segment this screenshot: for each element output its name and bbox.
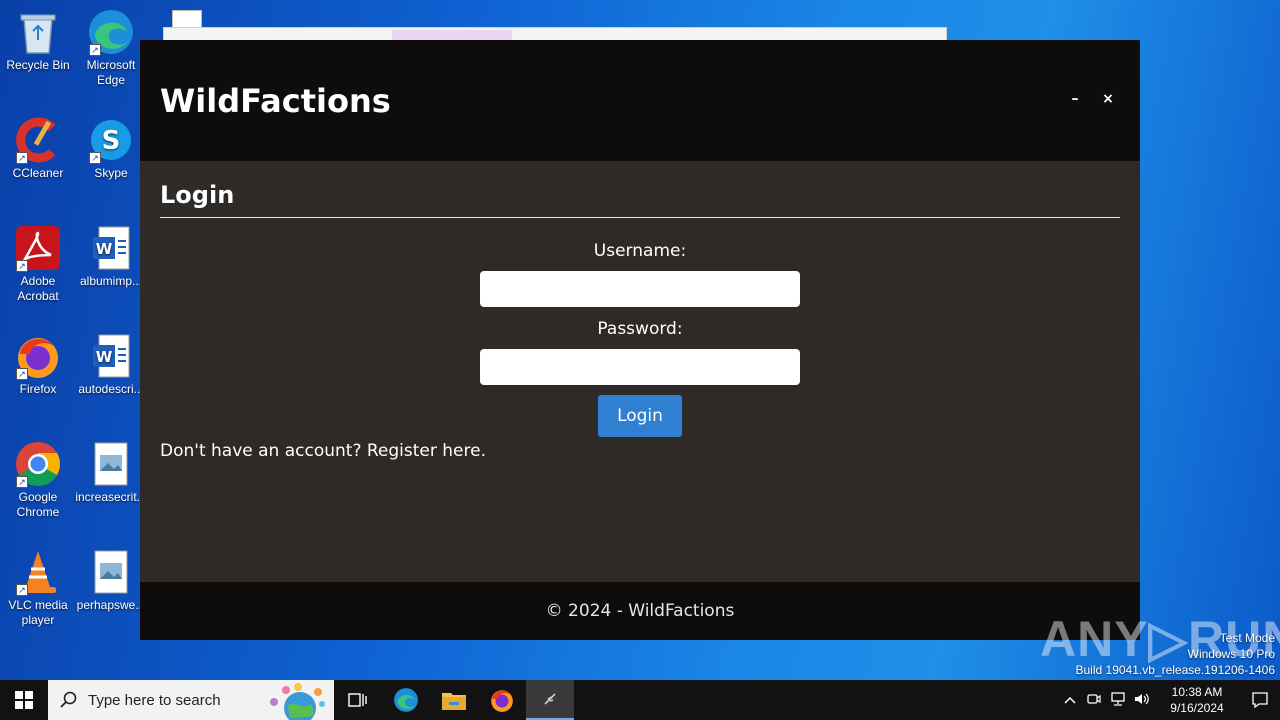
desktop-icon-word-doc-1[interactable]: W albumimp...: [73, 224, 149, 289]
recycle-bin-icon: [14, 8, 62, 56]
taskbar-edge[interactable]: [382, 680, 430, 720]
username-input[interactable]: [480, 271, 800, 307]
desktop-icon-vlc[interactable]: ↗ VLC media player: [0, 548, 76, 628]
start-button[interactable]: [0, 680, 48, 720]
firefox-icon: ↗: [14, 332, 62, 380]
desktop-icon-word-doc-2[interactable]: W autodescri...: [73, 332, 149, 397]
desktop-icon-label: CCleaner: [12, 166, 64, 180]
login-form: Username: Password: Login: [480, 241, 800, 437]
system-tray: 10:38 AM 9/16/2024: [1058, 680, 1280, 720]
desktop-icon-label: Recycle Bin: [6, 58, 70, 72]
desktop-icon-label: albumimp...: [79, 274, 143, 288]
desktop-icon-acrobat[interactable]: ↗ Adobe Acrobat: [0, 224, 76, 304]
taskbar-file-explorer[interactable]: [430, 680, 478, 720]
desktop-icon-recycle-bin[interactable]: Recycle Bin: [0, 8, 76, 73]
skype-icon: S ↗: [87, 116, 135, 164]
password-label: Password:: [597, 319, 683, 339]
desktop-icon-label: Skype: [94, 166, 128, 180]
meet-now-icon[interactable]: [1082, 692, 1106, 709]
desktop-icon-image-file-1[interactable]: increasecrit...: [73, 440, 149, 505]
login-heading: Login: [160, 181, 1120, 218]
notification-center-button[interactable]: [1240, 691, 1280, 709]
username-label: Username:: [593, 241, 687, 261]
search-placeholder: Type here to search: [88, 691, 221, 709]
minimize-button[interactable]: –: [1064, 88, 1086, 110]
taskbar-clock[interactable]: 10:38 AM 9/16/2024: [1162, 684, 1232, 716]
edge-icon: ↗: [87, 8, 135, 56]
ccleaner-icon: ↗: [14, 116, 62, 164]
desktop-icon-chrome[interactable]: ↗ Google Chrome: [0, 440, 76, 520]
word-document-icon: W: [87, 332, 135, 380]
vlc-cone-icon: ↗: [14, 548, 62, 596]
desktop-icon-image-file-2[interactable]: perhapswe...: [73, 548, 149, 613]
network-icon[interactable]: [1106, 691, 1130, 709]
task-view-button[interactable]: [334, 680, 382, 720]
desktop-icon-label-2: Chrome: [16, 505, 60, 519]
word-document-icon: W: [87, 224, 135, 272]
desktop-icon-label: VLC media: [8, 598, 68, 612]
app-title: WildFactions: [160, 82, 391, 120]
windows-logo-icon: [15, 691, 33, 709]
login-button[interactable]: Login: [598, 395, 682, 437]
taskbar-active-app[interactable]: [526, 680, 574, 720]
firefox-icon: [491, 690, 513, 712]
clock-time: 10:38 AM: [1171, 685, 1223, 699]
svg-text:W: W: [96, 240, 113, 258]
desktop-icon-label: Firefox: [19, 382, 57, 396]
app-window: WildFactions – × Login Username: Passwor…: [140, 40, 1140, 640]
search-highlight-globe-icon: [270, 683, 325, 720]
desktop-icon-firefox[interactable]: ↗ Firefox: [0, 332, 76, 397]
desktop-icon-skype[interactable]: S ↗ Skype: [73, 116, 149, 181]
build-text: Build 19041.vb_release.191206-1406: [1075, 663, 1276, 677]
clock-date: 9/16/2024: [1170, 701, 1224, 715]
svg-text:S: S: [102, 126, 121, 156]
os-edition-text: Windows 10 Pro: [1187, 647, 1275, 661]
edge-icon: [394, 688, 418, 712]
image-file-icon: [87, 548, 135, 596]
notification-icon: [1252, 692, 1268, 709]
taskbar-search-box[interactable]: Type here to search: [48, 680, 334, 720]
chevron-up-icon[interactable]: [1058, 693, 1082, 707]
desktop-icon-edge[interactable]: ↗ Microsoft Edge: [73, 8, 149, 88]
desktop-icon-label-2: Acrobat: [17, 289, 59, 303]
desktop-icon-label: autodescri...: [78, 382, 144, 396]
system-info: Test Mode Windows 10 Pro Build 19041.vb_…: [1076, 630, 1276, 678]
volume-icon[interactable]: [1130, 692, 1154, 709]
acrobat-icon: ↗: [14, 224, 62, 272]
task-view-icon: [348, 693, 367, 707]
app-header: WildFactions – ×: [140, 40, 1140, 161]
close-button[interactable]: ×: [1097, 88, 1119, 110]
chrome-icon: ↗: [14, 440, 62, 488]
register-link[interactable]: Don't have an account? Register here.: [160, 441, 486, 461]
desktop-icon-label: Adobe: [20, 274, 56, 288]
desktop-icon-label-2: Edge: [96, 73, 126, 87]
test-mode-text: Test Mode: [1219, 631, 1275, 645]
taskbar-firefox[interactable]: [478, 680, 526, 720]
image-file-icon: [87, 440, 135, 488]
folder-icon: [442, 693, 466, 710]
desktop-icon-label: Microsoft: [86, 58, 136, 72]
svg-text:W: W: [96, 348, 113, 366]
app-body: Login Username: Password: Login Don't ha…: [140, 161, 1140, 582]
desktop-icon-ccleaner[interactable]: ↗ CCleaner: [0, 116, 76, 181]
app-feather-icon: [544, 693, 556, 705]
app-footer: © 2024 - WildFactions: [140, 582, 1140, 640]
desktop-icon-label: increasecrit...: [75, 490, 147, 504]
desktop-icon-label: perhapswe...: [76, 598, 146, 612]
desktop-icon-label: Google: [18, 490, 58, 504]
password-input[interactable]: [480, 349, 800, 385]
taskbar: Type here to search 10:38 AM 9/16/2024: [0, 680, 1280, 720]
desktop-icon-label-2: player: [21, 613, 55, 627]
search-icon: [60, 691, 77, 708]
